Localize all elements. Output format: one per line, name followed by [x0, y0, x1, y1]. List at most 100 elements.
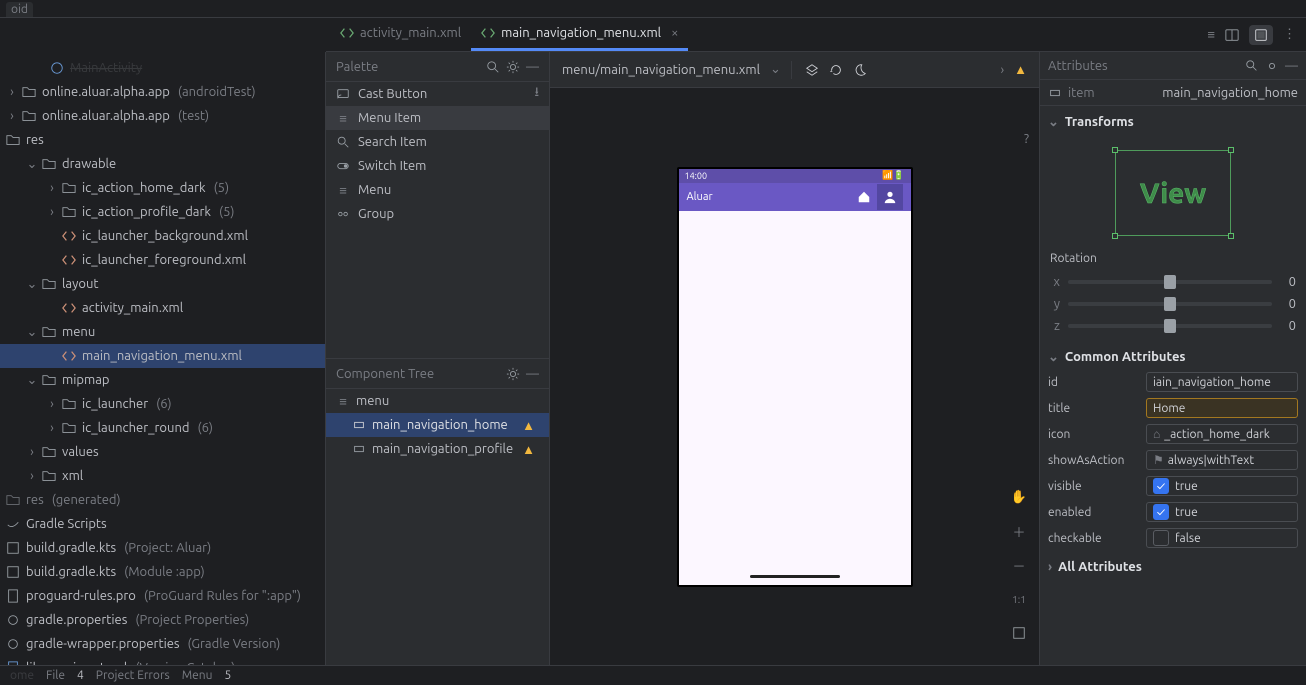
zoom-1to1-icon[interactable]: 1:1 [1007, 587, 1031, 611]
tree-row-proguard[interactable]: proguard-rules.pro (ProGuard Rules for "… [0, 584, 325, 608]
attr-icon-field[interactable]: ⌂_action_home_dark [1146, 424, 1298, 444]
appbar-profile-icon[interactable] [877, 184, 903, 210]
more-icon[interactable]: ⋮ [1283, 27, 1296, 42]
gear-icon[interactable] [1265, 59, 1279, 73]
tab-main-navigation-menu[interactable]: main_navigation_menu.xml × [471, 18, 688, 51]
attr-icon: icon ⌂_action_home_dark [1040, 421, 1306, 447]
appbar-home-icon[interactable] [851, 184, 877, 210]
attr-label: id [1048, 376, 1140, 389]
tree-row-pkg-androidtest[interactable]: › online.aluar.alpha.app (androidTest) [0, 80, 325, 104]
layers-icon[interactable] [805, 63, 819, 77]
tree-row-res[interactable]: res [0, 128, 325, 152]
ctree-item-profile[interactable]: main_navigation_profile ▲ [326, 437, 549, 461]
status-menu-label[interactable]: Menu [182, 669, 213, 682]
download-icon[interactable]: ⭳ [534, 83, 539, 105]
tree-row-ic-launcher[interactable]: › ic_launcher (6) [0, 392, 325, 416]
chevron-right-icon[interactable]: › [1000, 63, 1004, 77]
section-common-attrs[interactable]: ⌄ Common Attributes [1040, 345, 1306, 369]
chevron-down-icon: ⌄ [1048, 350, 1059, 365]
tree-row-activity-main-xml[interactable]: activity_main.xml [0, 296, 325, 320]
tree-row-launcher-bg[interactable]: ic_launcher_background.xml [0, 224, 325, 248]
tree-row-home-dark[interactable]: › ic_action_home_dark (5) [0, 176, 325, 200]
split-view-icon[interactable] [1225, 28, 1239, 42]
design-toolbar: menu/main_navigation_menu.xml ⌄ › ▲ [550, 52, 1039, 88]
attr-checkable-field[interactable]: false [1146, 528, 1298, 548]
tree-row-gradle-wrapper[interactable]: gradle-wrapper.properties (Gradle Versio… [0, 632, 325, 656]
rotation-y[interactable]: y 0 [1050, 293, 1296, 315]
palette-switch-item[interactable]: Switch Item [326, 154, 549, 178]
help-icon[interactable]: ? [1024, 132, 1029, 146]
ctree-item-home[interactable]: main_navigation_home ▲ [326, 413, 549, 437]
tree-row-menu-folder[interactable]: ⌄ menu [0, 320, 325, 344]
attr-file: main_navigation_home [1162, 86, 1298, 100]
phone-navbar [679, 569, 911, 585]
section-all-attrs[interactable]: › All Attributes [1040, 555, 1306, 579]
tree-row-values[interactable]: › values [0, 440, 325, 464]
attr-title-field[interactable]: Home [1146, 398, 1298, 418]
palette-cast-button[interactable]: Cast Button ⭳ [326, 82, 549, 106]
checkbox-checked-icon[interactable]: ✓ [1153, 504, 1169, 520]
attr-label: icon [1048, 428, 1140, 441]
project-tree: MainActivity › online.aluar.alpha.app (a… [0, 52, 326, 665]
tree-row-drawable[interactable]: ⌄ drawable [0, 152, 325, 176]
minimize-icon[interactable]: — [1285, 59, 1298, 73]
phone-body [679, 211, 911, 569]
tree-row-gradle-scripts[interactable]: Gradle Scripts [0, 512, 325, 536]
section-transforms[interactable]: ⌄ Transforms [1040, 110, 1306, 134]
list-view-icon[interactable]: ≡ [1207, 27, 1215, 42]
warning-icon[interactable]: ▲ [1014, 62, 1027, 77]
rotation-x[interactable]: x 0 [1050, 271, 1296, 293]
rotation-z[interactable]: z 0 [1050, 315, 1296, 337]
tree-row-main-activity[interactable]: MainActivity [0, 56, 325, 80]
tree-row-build-gradle-project[interactable]: build.gradle.kts (Project: Aluar) [0, 536, 325, 560]
design-view-icon[interactable] [1249, 25, 1273, 45]
tree-row-layout[interactable]: ⌄ layout [0, 272, 325, 296]
tree-row-build-gradle-module[interactable]: build.gradle.kts (Module :app) [0, 560, 325, 584]
tree-row-res-gen[interactable]: res (generated) [0, 488, 325, 512]
ctree-root-menu[interactable]: ≡ menu [326, 389, 549, 413]
attr-id-field[interactable]: iain_navigation_home [1146, 372, 1298, 392]
palette-search-item[interactable]: Search Item [326, 130, 549, 154]
zoom-fit-icon[interactable] [1007, 621, 1031, 645]
tree-row-ic-launcher-round[interactable]: › ic_launcher_round (6) [0, 416, 325, 440]
gear-icon[interactable] [506, 367, 520, 381]
tree-row-mipmap[interactable]: ⌄ mipmap [0, 368, 325, 392]
gear-icon[interactable] [506, 60, 520, 74]
palette-menu[interactable]: ≡ Menu [326, 178, 549, 202]
rotate-icon[interactable] [829, 63, 843, 77]
close-icon[interactable]: × [671, 26, 678, 40]
tree-row-launcher-fg[interactable]: ic_launcher_foreground.xml [0, 248, 325, 272]
search-icon[interactable] [486, 60, 500, 74]
tree-row-libs-versions[interactable]: libs.versions.toml (Version Catalog) [0, 656, 325, 665]
zoom-in-icon[interactable]: ＋ [1007, 519, 1031, 543]
pan-icon[interactable]: ✋ [1007, 485, 1031, 509]
tree-row-pkg-test[interactable]: › online.aluar.alpha.app (test) [0, 104, 325, 128]
attr-enabled-field[interactable]: ✓true [1146, 502, 1298, 522]
palette-group[interactable]: Group [326, 202, 549, 226]
tree-row-xml[interactable]: › xml [0, 464, 325, 488]
tree-row-profile-dark[interactable]: › ic_action_profile_dark (5) [0, 200, 325, 224]
tree-row-menu-file[interactable]: main_navigation_menu.xml [0, 344, 325, 368]
minimize-icon[interactable]: — [526, 367, 539, 381]
checkbox-unchecked-icon[interactable] [1153, 530, 1169, 546]
box-icon [352, 442, 366, 456]
zoom-out-icon[interactable]: － [1007, 553, 1031, 577]
tree-label: ic_launcher [82, 397, 148, 411]
tree-row-gradle-props[interactable]: gradle.properties (Project Properties) [0, 608, 325, 632]
status-file-label[interactable]: File [46, 669, 65, 682]
attr-showasaction-field[interactable]: ⚑always|withText [1146, 450, 1298, 470]
design-editor: menu/main_navigation_menu.xml ⌄ › ▲ ? 14… [550, 52, 1040, 665]
attr-visible-field[interactable]: ✓true [1146, 476, 1298, 496]
checkbox-checked-icon[interactable]: ✓ [1153, 478, 1169, 494]
palette-menu-item[interactable]: ≡ Menu Item [326, 106, 549, 130]
minimize-icon[interactable]: — [526, 60, 539, 74]
view-preview-box[interactable]: View [1115, 150, 1231, 236]
night-icon[interactable] [853, 63, 867, 77]
tab-activity-main[interactable]: activity_main.xml [330, 18, 471, 51]
search-icon[interactable] [1245, 59, 1259, 73]
box-icon [1048, 86, 1062, 100]
design-surface[interactable]: ? 14:00 📶🔋 Aluar [550, 88, 1039, 665]
design-path[interactable]: menu/main_navigation_menu.xml [562, 63, 760, 77]
chevron-down-icon[interactable]: ⌄ [770, 62, 781, 77]
status-project-errors[interactable]: Project Errors [96, 669, 170, 682]
